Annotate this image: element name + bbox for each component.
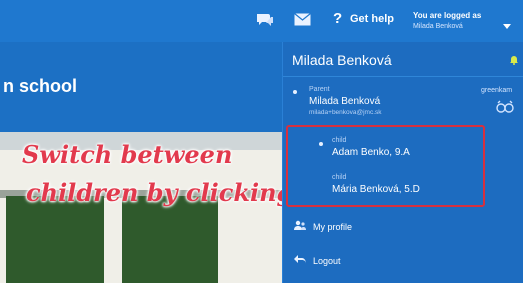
logged-as-label: You are logged as [413, 11, 482, 20]
chevron-down-icon[interactable] [503, 24, 511, 29]
logged-user-name[interactable]: Milada Benková [413, 23, 463, 30]
get-help-link[interactable]: Get help [350, 13, 394, 25]
logout-menu-item[interactable]: Logout [283, 247, 523, 275]
logout-icon [294, 255, 306, 264]
parent-role-label: Parent [309, 86, 330, 93]
logout-label: Logout [313, 256, 341, 266]
bell-icon[interactable] [509, 55, 519, 65]
callout-line-2: children by clicking [26, 178, 294, 207]
panel-header: Milada Benková [283, 42, 523, 77]
page-title: n school [3, 76, 78, 96]
chat-icon[interactable] [256, 13, 274, 27]
top-bar: ? Get help You are logged as Milada Benk… [0, 0, 523, 42]
user-icon [294, 220, 306, 230]
brand-label: greenkam [481, 87, 513, 94]
active-dot [293, 90, 297, 94]
help-icon[interactable]: ? [333, 10, 342, 27]
parent-email: milada+benkova@jmc.sk [309, 109, 382, 116]
mail-icon[interactable] [294, 13, 311, 26]
parent-name: Milada Benková [309, 96, 381, 107]
my-profile-menu-item[interactable]: My profile [283, 214, 523, 242]
chalkboard-right [122, 196, 218, 283]
my-profile-label: My profile [313, 222, 353, 232]
glasses-icon [496, 100, 514, 113]
parent-account-item[interactable]: Parent Milada Benková milada+benkova@jmc… [283, 76, 523, 122]
children-highlight-box [286, 125, 485, 207]
callout-line-1: Switch between [22, 140, 233, 169]
panel-user-name: Milada Benková [292, 52, 392, 68]
chalkboard-left [6, 196, 104, 283]
